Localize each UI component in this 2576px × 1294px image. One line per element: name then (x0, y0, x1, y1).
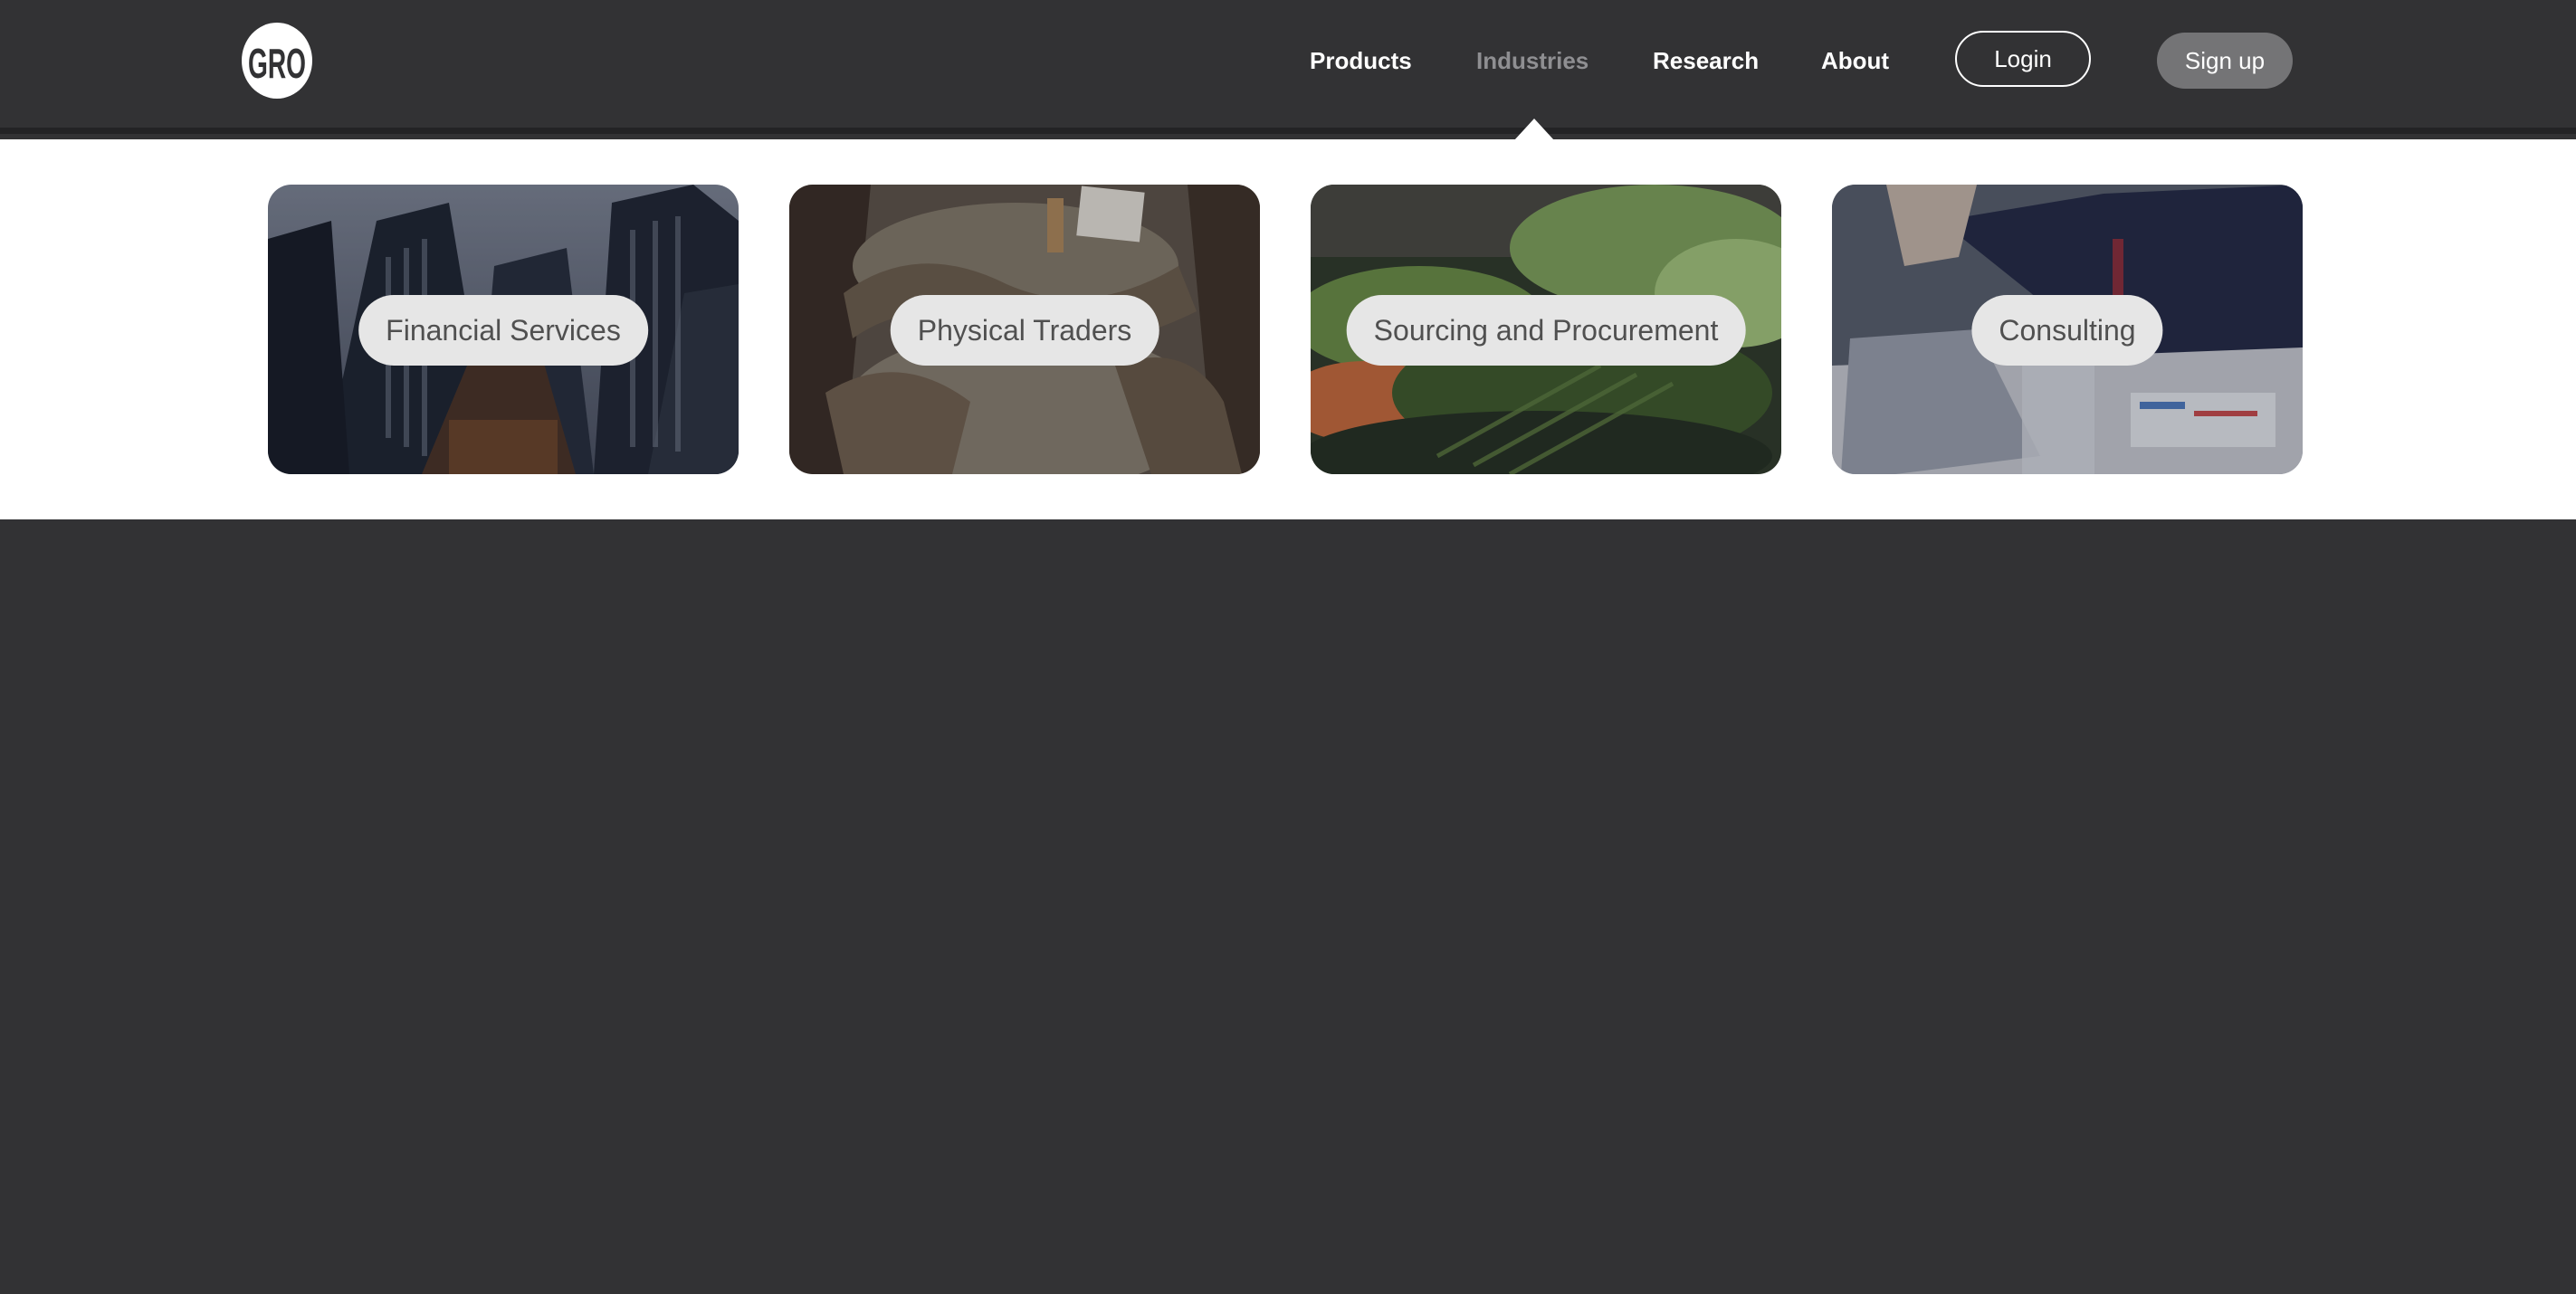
nav-research[interactable]: Research (1653, 45, 1759, 76)
nav-about[interactable]: About (1821, 45, 1889, 76)
card-label: Consulting (1971, 295, 2163, 366)
login-button[interactable]: Login (1955, 31, 2091, 87)
nav-products[interactable]: Products (1310, 45, 1412, 76)
top-navbar: GRO Products Industries Research About L… (0, 0, 2576, 134)
industry-card-sourcing-procurement[interactable]: Sourcing and Procurement (1311, 185, 1781, 474)
dropdown-caret (1514, 119, 1554, 140)
nav-industries[interactable]: Industries (1476, 45, 1589, 76)
card-label: Sourcing and Procurement (1346, 295, 1746, 366)
industry-card-physical-traders[interactable]: Physical Traders (789, 185, 1260, 474)
industry-card-financial-services[interactable]: Financial Services (268, 185, 739, 474)
card-label: Financial Services (358, 295, 648, 366)
svg-text:GRO: GRO (248, 40, 306, 87)
signup-button[interactable]: Sign up (2157, 33, 2293, 89)
industries-dropdown: Financial Services Physical Traders Sour… (0, 139, 2576, 519)
industry-card-consulting[interactable]: Consulting (1832, 185, 2303, 474)
gro-logo[interactable]: GRO (241, 22, 313, 100)
card-label: Physical Traders (890, 295, 1159, 366)
